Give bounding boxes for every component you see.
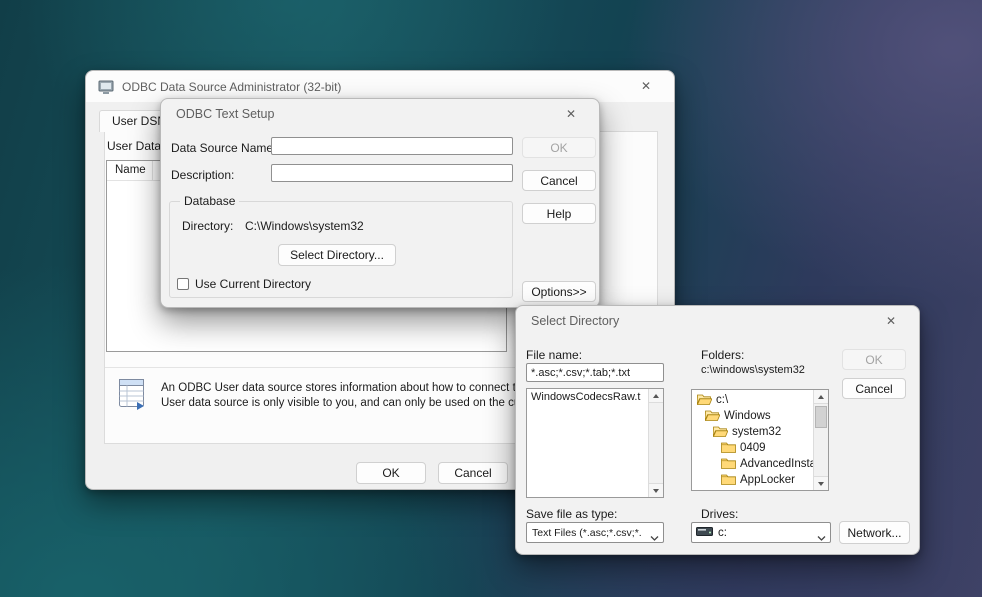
file-name-label: File name: (526, 348, 582, 362)
closed-folder-icon (721, 457, 736, 472)
network-button[interactable]: Network... (839, 521, 910, 544)
text-setup-title: ODBC Text Setup (176, 107, 274, 121)
desktop-wallpaper: ODBC Data Source Administrator (32-bit) … (0, 0, 982, 597)
cancel-button[interactable]: Cancel (438, 462, 508, 484)
scroll-down-icon[interactable] (814, 476, 828, 490)
select-directory-button[interactable]: Select Directory... (278, 244, 396, 266)
folders-path: c:\windows\system32 (701, 364, 805, 376)
drives-label: Drives: (701, 507, 738, 521)
scroll-up-icon[interactable] (814, 390, 828, 404)
file-type-dropdown[interactable]: Text Files (*.asc;*.csv;*. (526, 522, 664, 543)
folder-name: Windows (724, 410, 771, 422)
select-directory-dialog: Select Directory ✕ File name: WindowsCod… (515, 305, 920, 555)
database-group-label: Database (180, 194, 239, 208)
cancel-button[interactable]: Cancel (842, 378, 906, 399)
directory-label: Directory: (182, 219, 233, 233)
chevron-down-icon (650, 529, 659, 544)
scroll-down-icon[interactable] (649, 483, 663, 497)
description-label: Description: (171, 168, 234, 182)
folder-tree-item[interactable]: 0409 (692, 440, 828, 456)
scroll-up-icon[interactable] (649, 389, 663, 403)
folder-tree-item[interactable]: system32 (692, 424, 828, 440)
file-list[interactable]: WindowsCodecsRaw.t (526, 388, 664, 498)
file-list-scrollbar[interactable] (648, 389, 663, 497)
drive-value: c: (718, 527, 727, 539)
folder-tree-scrollbar[interactable] (813, 390, 828, 490)
data-source-name-label: Data Source Name: (171, 141, 276, 155)
folders-label: Folders: (701, 348, 744, 362)
ok-button[interactable]: OK (842, 349, 906, 370)
cancel-button[interactable]: Cancel (522, 170, 596, 191)
close-icon[interactable]: ✕ (551, 99, 591, 130)
drive-icon (696, 524, 713, 542)
folder-tree-item[interactable]: c:\ (692, 392, 828, 408)
use-current-directory-label: Use Current Directory (195, 277, 311, 291)
use-current-directory-checkbox[interactable] (177, 278, 189, 290)
ok-button[interactable]: OK (356, 462, 426, 484)
file-name-input[interactable] (526, 363, 664, 382)
data-source-name-input[interactable] (271, 137, 513, 155)
column-header-name[interactable]: Name (107, 161, 153, 180)
ok-button[interactable]: OK (522, 137, 596, 158)
help-button[interactable]: Help (522, 203, 596, 224)
folder-name: system32 (732, 426, 781, 438)
chevron-down-icon (817, 529, 826, 544)
drives-dropdown[interactable]: c: (691, 522, 831, 543)
open-folder-icon (705, 409, 720, 424)
close-icon[interactable]: ✕ (871, 306, 911, 337)
folder-tree[interactable]: c:\ Windows system32 0409 AdvancedInstal… (691, 389, 829, 491)
directory-value: C:\Windows\system32 (245, 219, 364, 233)
select-directory-titlebar[interactable]: Select Directory ✕ (516, 306, 919, 337)
open-folder-icon (697, 393, 712, 408)
select-directory-title: Select Directory (531, 314, 619, 328)
save-file-as-type-label: Save file as type: (526, 507, 617, 521)
closed-folder-icon (721, 473, 736, 488)
description-input[interactable] (271, 164, 513, 182)
database-group: Database Directory: C:\Windows\system32 … (169, 201, 513, 298)
folder-tree-item[interactable]: AdvancedInstallers (692, 456, 828, 472)
close-icon[interactable]: ✕ (626, 71, 666, 102)
file-list-item[interactable]: WindowsCodecsRaw.t (527, 389, 645, 403)
closed-folder-icon (721, 441, 736, 456)
odbc-app-icon (98, 79, 114, 100)
admin-window-title: ODBC Data Source Administrator (32-bit) (122, 80, 341, 94)
info-line2: User data source is only visible to you,… (161, 396, 547, 411)
info-text: An ODBC User data source stores informat… (161, 381, 547, 411)
info-line1: An ODBC User data source stores informat… (161, 381, 547, 396)
open-folder-icon (713, 425, 728, 440)
folder-tree-item[interactable]: Windows (692, 408, 828, 424)
scrollbar-thumb[interactable] (815, 406, 827, 428)
file-type-value: Text Files (*.asc;*.csv;*. (532, 527, 642, 539)
text-setup-titlebar[interactable]: ODBC Text Setup ✕ (161, 99, 599, 130)
folder-tree-item[interactable]: AppLocker (692, 472, 828, 488)
folder-name: c:\ (716, 394, 728, 406)
folder-name: 0409 (740, 442, 766, 454)
folder-name: AppLocker (740, 474, 795, 486)
options-button[interactable]: Options>> (522, 281, 596, 302)
data-source-info-icon (117, 376, 147, 415)
odbc-text-setup-dialog: ODBC Text Setup ✕ Data Source Name: Desc… (160, 98, 600, 308)
